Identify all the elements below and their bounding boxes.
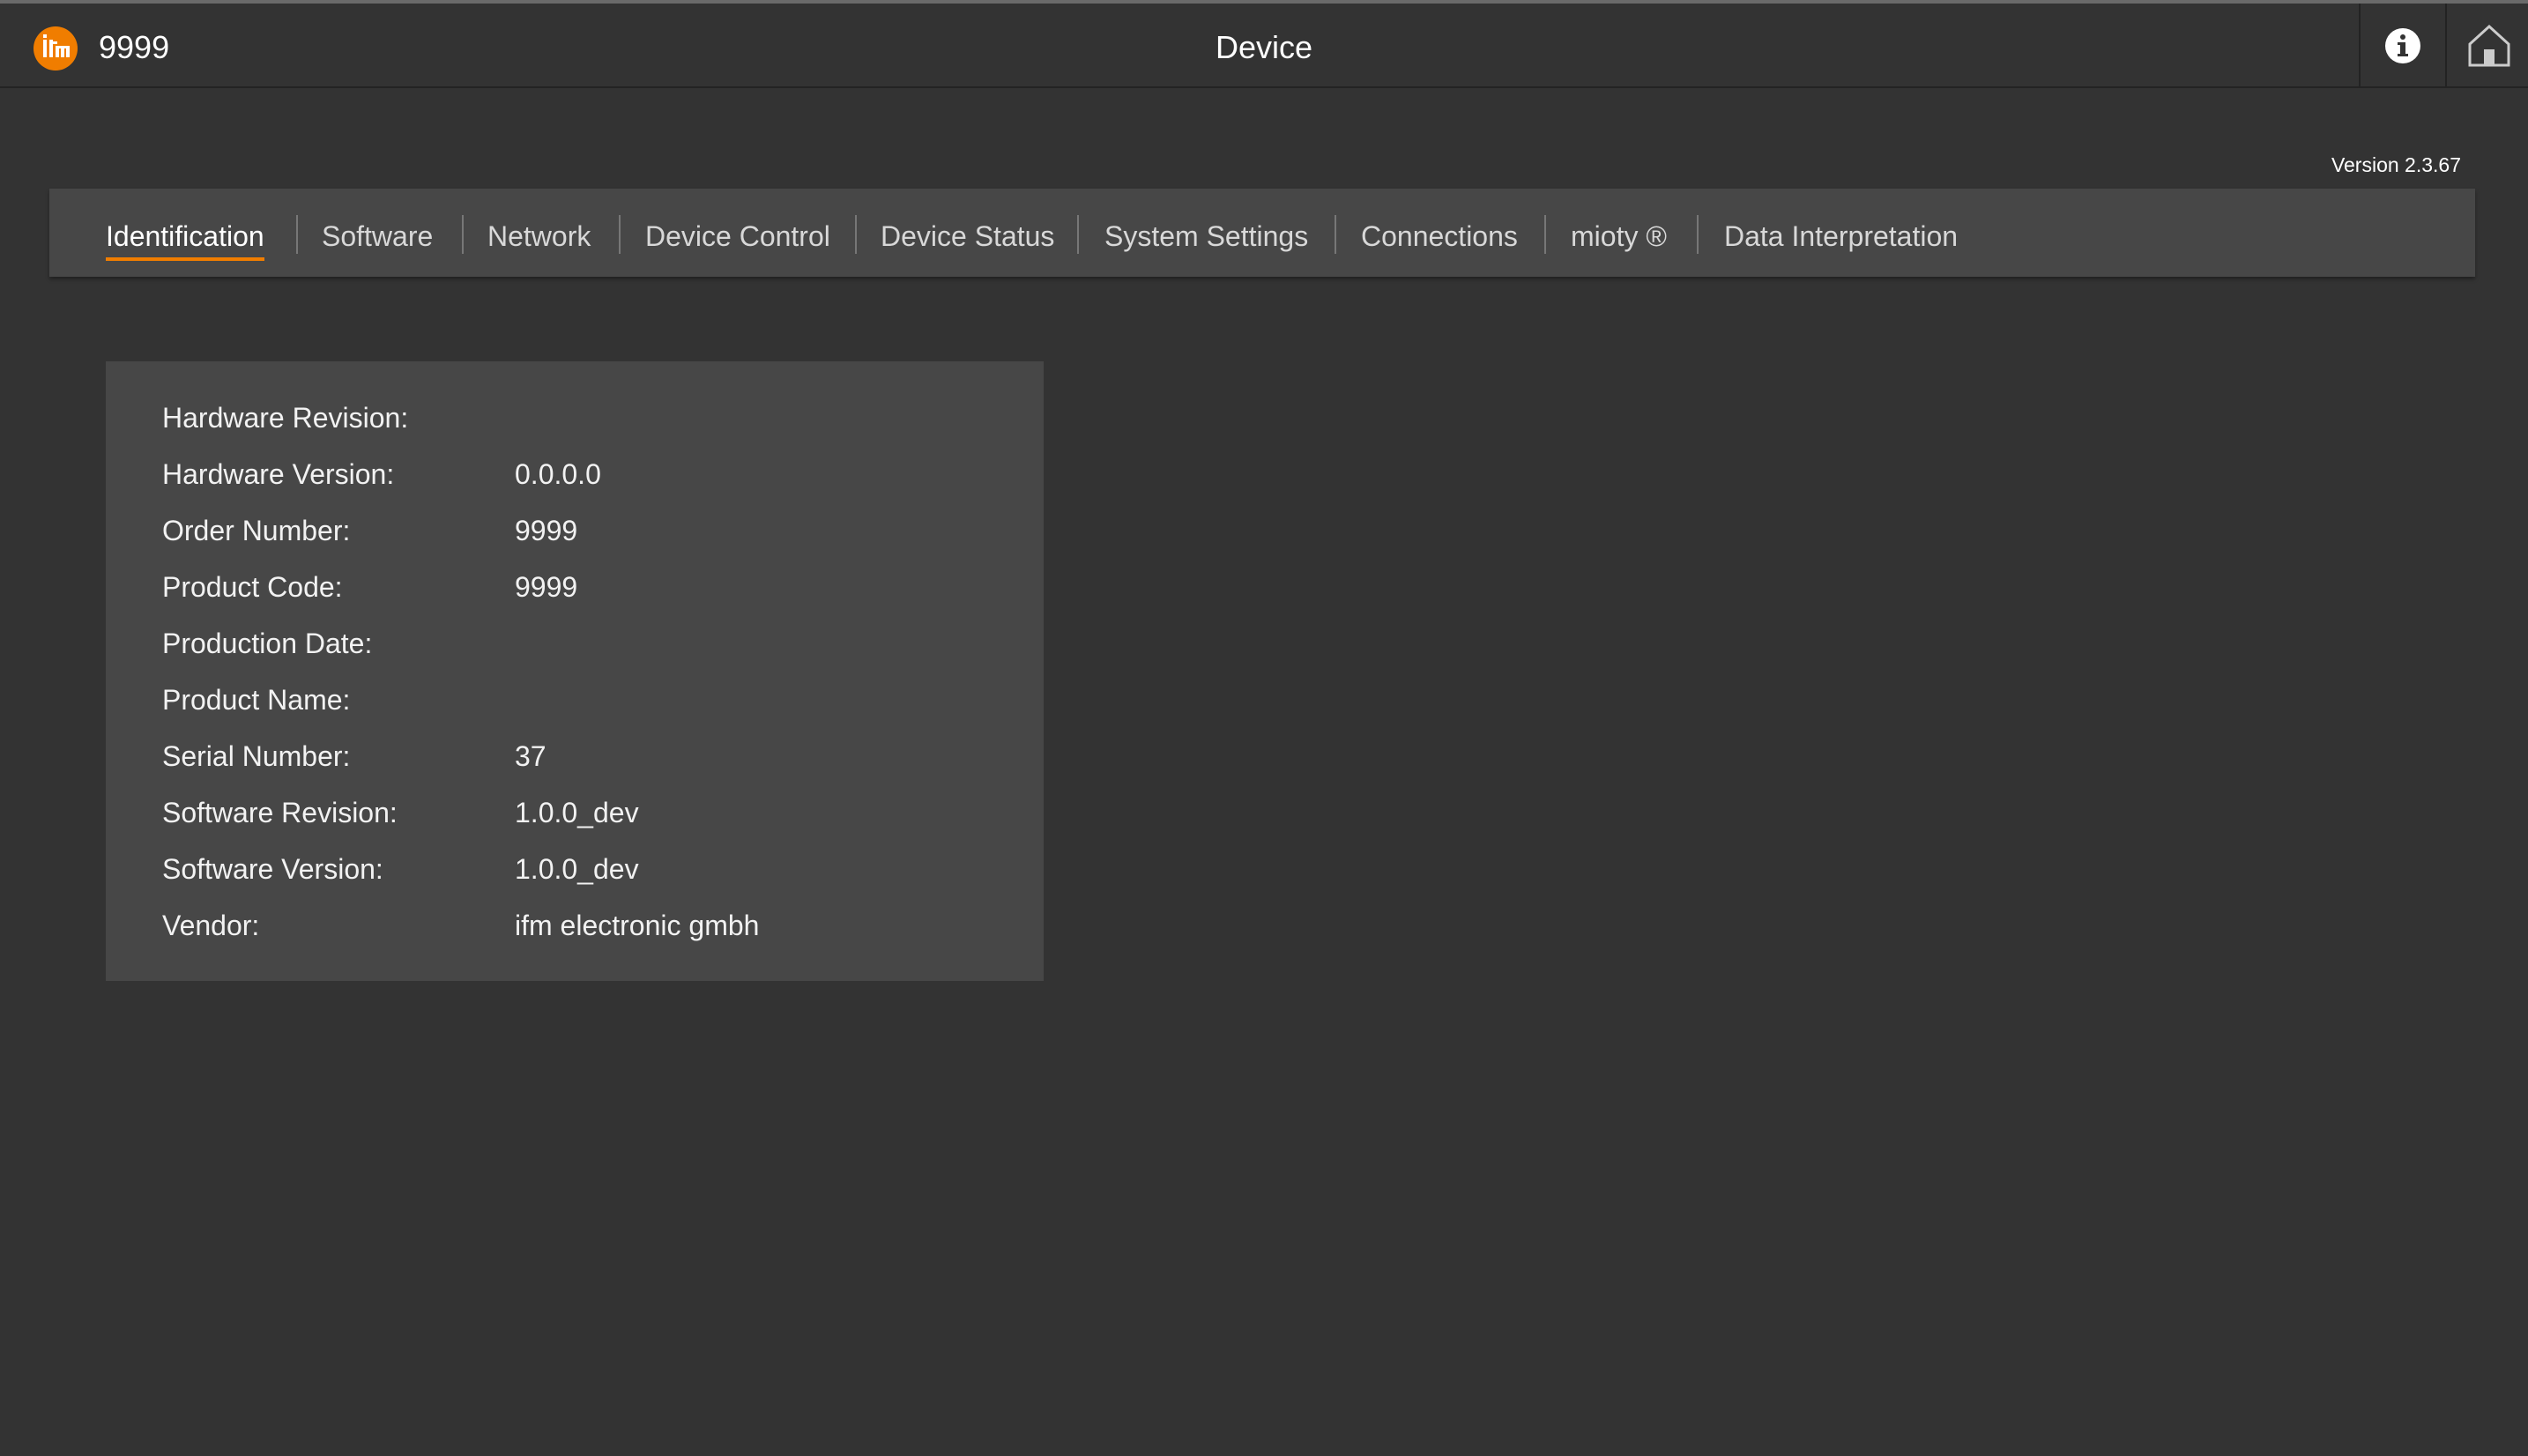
info-value: ifm electronic gmbh <box>515 910 760 941</box>
tab-connections[interactable]: Connections <box>1361 189 1518 277</box>
tab-network[interactable]: Network <box>487 189 591 277</box>
info-label: Order Number: <box>162 515 351 546</box>
tab-divider <box>855 215 857 254</box>
info-value: 1.0.0_dev <box>515 797 639 828</box>
version-label: Version 2.3.67 <box>2331 153 2461 176</box>
tab-mioty[interactable]: mioty ® <box>1571 189 1667 277</box>
info-value: 9999 <box>515 571 578 603</box>
tab-divider <box>1335 215 1336 254</box>
tab-data-interpretation[interactable]: Data Interpretation <box>1724 189 1958 277</box>
info-label: Production Date: <box>162 628 373 659</box>
info-value: 1.0.0_dev <box>515 853 639 885</box>
info-label: Hardware Version: <box>162 458 395 490</box>
info-label: Software Version: <box>162 853 383 885</box>
info-icon <box>2385 28 2420 63</box>
info-label: Software Revision: <box>162 797 398 828</box>
info-label: Product Code: <box>162 571 343 603</box>
home-icon <box>2468 24 2510 67</box>
tab-bar: Identification Software Network Device C… <box>49 189 2475 277</box>
info-value: 37 <box>515 740 546 772</box>
identification-panel: Hardware Revision: Hardware Version: 0.0… <box>106 361 1044 981</box>
tab-device-status[interactable]: Device Status <box>881 189 1054 277</box>
info-label: Vendor: <box>162 910 260 941</box>
tab-divider <box>1077 215 1079 254</box>
home-button[interactable] <box>2445 4 2528 88</box>
info-button[interactable] <box>2359 4 2445 88</box>
page-title: Device <box>1215 29 1313 65</box>
tab-identification[interactable]: Identification <box>106 189 264 277</box>
tab-divider <box>619 215 621 254</box>
info-label: Hardware Revision: <box>162 402 409 434</box>
tab-divider <box>462 215 464 254</box>
info-label: Product Name: <box>162 684 351 716</box>
tab-system-settings[interactable]: System Settings <box>1104 189 1308 277</box>
info-value: 9999 <box>515 515 578 546</box>
info-label: Serial Number: <box>162 740 351 772</box>
tab-divider <box>1544 215 1546 254</box>
tab-divider <box>1697 215 1699 254</box>
tab-divider <box>296 215 298 254</box>
tab-device-control[interactable]: Device Control <box>645 189 830 277</box>
top-bar: 9999 Device <box>0 0 2528 88</box>
info-value: 0.0.0.0 <box>515 458 601 490</box>
tab-software[interactable]: Software <box>322 189 433 277</box>
